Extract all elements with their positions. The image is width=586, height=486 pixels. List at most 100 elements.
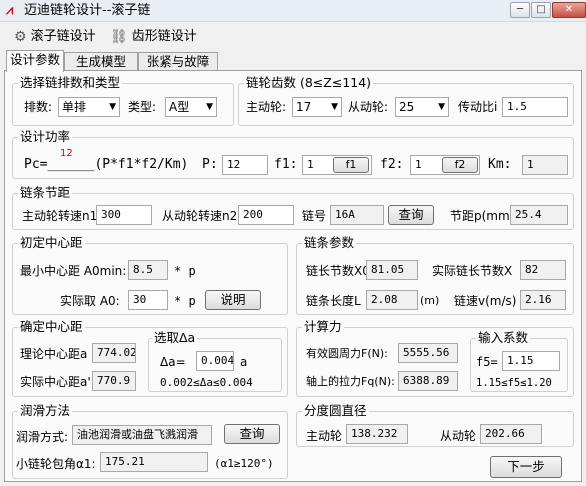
x-value: 82 xyxy=(520,260,566,280)
group-title: 链轮齿数 (8≤Z≤114) xyxy=(244,75,374,90)
drive-teeth-select[interactable]: 17 ▼ xyxy=(292,97,342,117)
lube-mode-label: 润滑方式: xyxy=(16,430,69,444)
x0-value: 81.05 xyxy=(366,260,418,280)
length-unit: (m) xyxy=(420,294,440,307)
actual-center-unit: * p xyxy=(174,294,196,308)
group-subtitle: 选取Δa xyxy=(152,330,198,345)
min-center-label: 最小中心距 A0min: xyxy=(20,264,127,278)
pitch-value: 25.4 xyxy=(510,205,568,225)
f2-value: 1 xyxy=(415,158,422,171)
drive-teeth-label: 主动轮: xyxy=(246,100,287,114)
f5-label: f5= xyxy=(476,355,498,369)
gear-icon: ⚙ xyxy=(14,29,27,45)
rows-value: 单排 xyxy=(62,100,87,114)
wrap-angle-label: 小链轮包角α1: xyxy=(16,457,96,471)
driven-teeth-label: 从动轮: xyxy=(348,100,389,114)
driven-teeth-select[interactable]: 25 ▼ xyxy=(395,97,449,117)
wrap-angle-condition: (α1≥120°) xyxy=(214,457,274,470)
force-label: 有效圆周力F(N): xyxy=(306,347,388,360)
rows-select[interactable]: 单排 ▼ xyxy=(58,97,120,117)
theory-center-value: 774.02 xyxy=(92,343,136,363)
delta-a-range: 0.002≤Δa≤0.004 xyxy=(160,376,253,389)
actual-center-label: 实际取 A0: xyxy=(60,294,120,308)
chain-query-button[interactable]: 查询 xyxy=(388,205,434,225)
f2-button[interactable]: f2 xyxy=(442,157,478,173)
tab-design-params[interactable]: 设计参数 xyxy=(6,50,64,72)
chevron-down-icon: ▼ xyxy=(438,102,445,112)
x-label: 实际链长节数X xyxy=(432,264,513,278)
type-value: A型 xyxy=(169,100,190,114)
length-label: 链条长度L xyxy=(306,294,361,308)
km-input[interactable]: 1 xyxy=(522,155,568,175)
n2-input[interactable]: 200 xyxy=(238,205,294,225)
chain-icon: ⛓ xyxy=(110,29,128,45)
window-title: 迈迪链轮设计--滚子链 xyxy=(24,3,151,18)
theory-center-label: 理论中心距a xyxy=(20,347,88,361)
n1-input[interactable]: 300 xyxy=(96,205,152,225)
f2-label: f2: xyxy=(380,157,404,172)
driven-diameter-value: 202.66 xyxy=(480,424,542,444)
delta-a-input[interactable]: 0.004 xyxy=(196,351,234,371)
lube-mode-value: 油池润滑或油盘飞溅润滑 xyxy=(72,425,212,445)
min-center-value: 8.5 xyxy=(128,260,168,280)
roller-chain-design-button[interactable]: ⚙ 滚子链设计 xyxy=(14,27,96,47)
actual-center-input[interactable]: 30 xyxy=(128,290,168,310)
length-value: 2.08 xyxy=(366,290,418,310)
ratio-input[interactable]: 1.5 xyxy=(502,97,568,117)
group-title: 链条节距 xyxy=(18,185,73,200)
shaft-force-label: 轴上的拉力Fq(N): xyxy=(306,375,395,388)
km-label: Km: xyxy=(488,157,512,172)
delta-a-unit: a xyxy=(240,355,248,369)
wrap-angle-value: 175.21 xyxy=(100,452,208,472)
tab-generate-model[interactable]: 生成模型 xyxy=(64,52,138,71)
type-select[interactable]: A型 ▼ xyxy=(165,97,217,117)
roller-chain-label: 滚子链设计 xyxy=(30,29,96,44)
chevron-down-icon: ▼ xyxy=(206,102,213,112)
chevron-down-icon: ▼ xyxy=(331,102,338,112)
x0-label: 链长节数X0 xyxy=(306,264,370,278)
f5-range: 1.15≤f5≤1.20 xyxy=(476,377,552,389)
chevron-down-icon: ▼ xyxy=(109,102,116,112)
group-title: 计算力 xyxy=(302,319,344,334)
drive-teeth-value: 17 xyxy=(296,100,312,114)
drive-diameter-value: 138.232 xyxy=(346,424,408,444)
minimize-button[interactable]: ─ xyxy=(510,2,530,18)
power-formula: Pc=______(P*f1*f2/Km) xyxy=(24,157,189,172)
f1-button[interactable]: f1 xyxy=(333,157,369,173)
tab-tension-fault[interactable]: 张紧与故障 xyxy=(138,52,218,71)
actual-center-distance-value: 770.9 xyxy=(92,371,136,391)
group-title: 链条参数 xyxy=(302,235,357,250)
shaft-force-value: 6388.89 xyxy=(398,371,458,391)
tooth-chain-design-button[interactable]: ⛓ 齿形链设计 xyxy=(110,27,197,47)
n2-label: 从动轮转速n2 xyxy=(162,209,238,223)
lube-query-button[interactable]: 查询 xyxy=(224,424,280,444)
pitch-label: 节距p(mm) xyxy=(450,209,515,223)
f1-label: f1: xyxy=(274,157,298,172)
group-title: 润滑方法 xyxy=(18,403,73,418)
app-logo-icon: ⩘ xyxy=(6,3,14,18)
drive-diameter-label: 主动轮 xyxy=(306,429,343,443)
driven-diameter-label: 从动轮 xyxy=(440,429,477,443)
group-title: 初定中心距 xyxy=(18,235,85,250)
actual-center-distance-label: 实际中心距a' xyxy=(20,375,91,389)
type-label: 类型: xyxy=(128,100,157,114)
group-title: 分度圆直径 xyxy=(302,403,369,418)
close-button[interactable]: ✕ xyxy=(552,2,586,18)
p-label: P: xyxy=(202,157,218,172)
rows-label: 排数: xyxy=(24,100,53,114)
ratio-label: 传动比i xyxy=(458,100,498,114)
group-subtitle: 输入系数 xyxy=(476,330,531,345)
chain-no-value: 16A xyxy=(330,205,384,225)
p-input[interactable]: 12 xyxy=(222,155,268,175)
maximize-button[interactable]: □ xyxy=(531,2,551,18)
chain-no-label: 链号 xyxy=(302,209,327,223)
f5-input[interactable]: 1.15 xyxy=(502,351,560,371)
min-center-unit: * p xyxy=(174,264,196,278)
next-step-button[interactable]: 下一步 xyxy=(490,456,562,478)
tooth-chain-label: 齿形链设计 xyxy=(131,29,197,44)
explain-button[interactable]: 说明 xyxy=(205,290,261,310)
n1-label: 主动轮转速n1 xyxy=(22,209,98,223)
delta-a-label: Δa= xyxy=(160,355,186,369)
force-value: 5555.56 xyxy=(398,343,458,363)
speed-label: 链速v(m/s) xyxy=(454,294,517,308)
